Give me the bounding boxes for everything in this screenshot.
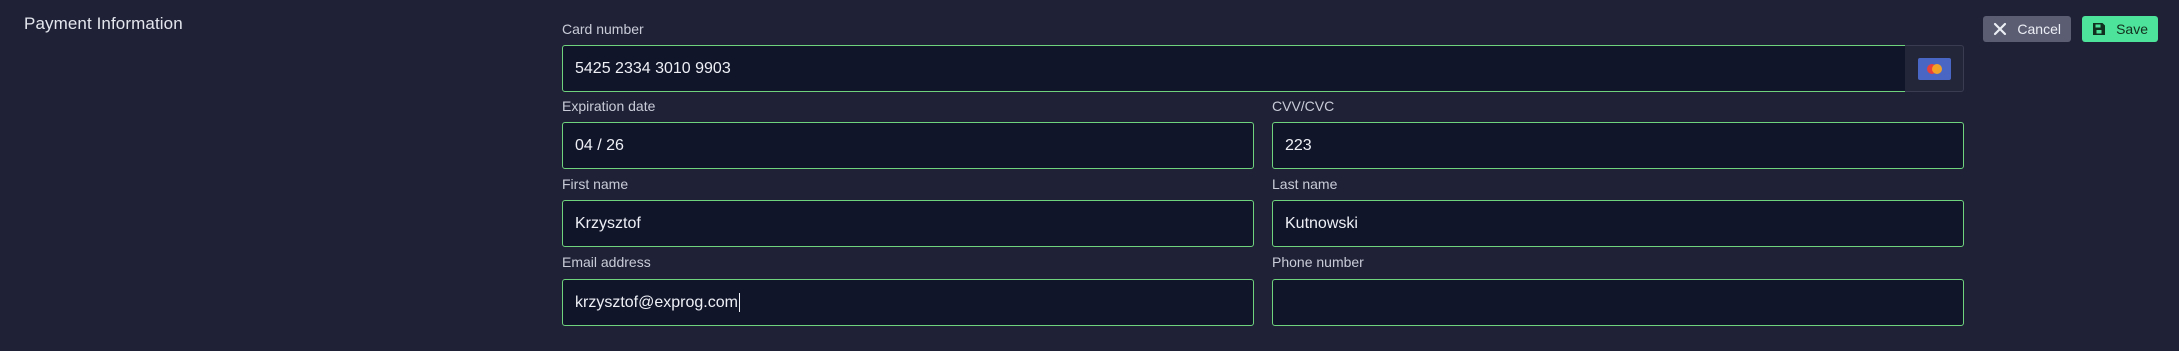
mastercard-icon	[1917, 57, 1951, 80]
email-field[interactable]: krzysztof@exprog.com	[562, 279, 1254, 326]
cvv-value: 223	[1285, 136, 1312, 154]
cancel-button-label: Cancel	[2017, 21, 2061, 37]
last-name-label: Last name	[1272, 176, 1338, 192]
last-name-value: Kutnowski	[1285, 214, 1358, 232]
save-button-label: Save	[2116, 21, 2148, 37]
expiration-date-field[interactable]: 04 / 26	[562, 122, 1254, 169]
save-button[interactable]: Save	[2082, 16, 2158, 42]
card-number-field[interactable]: 5425 2334 3010 9903	[562, 45, 1906, 92]
first-name-label: First name	[562, 176, 629, 192]
card-brand-indicator	[1905, 45, 1964, 92]
first-name-value: Krzysztof	[575, 214, 641, 232]
phone-label: Phone number	[1272, 254, 1364, 270]
email-label: Email address	[562, 254, 651, 270]
card-number-label: Card number	[562, 21, 644, 37]
floppy-disk-icon	[2091, 20, 2107, 38]
expiration-date-value: 04 / 26	[575, 136, 624, 154]
payment-information-panel: Payment Information Card number 5425 233…	[0, 0, 2179, 351]
expiration-date-label: Expiration date	[562, 98, 656, 114]
email-value: krzysztof@exprog.com	[575, 293, 738, 311]
section-title: Payment Information	[24, 14, 183, 33]
first-name-field[interactable]: Krzysztof	[562, 200, 1254, 247]
cvv-field[interactable]: 223	[1272, 122, 1964, 169]
phone-field[interactable]	[1272, 279, 1964, 326]
cancel-button[interactable]: Cancel	[1983, 16, 2071, 42]
cvv-label: CVV/CVC	[1272, 98, 1335, 114]
card-number-value: 5425 2334 3010 9903	[575, 59, 731, 77]
close-icon	[1992, 20, 2008, 38]
last-name-field[interactable]: Kutnowski	[1272, 200, 1964, 247]
text-caret	[738, 293, 740, 312]
